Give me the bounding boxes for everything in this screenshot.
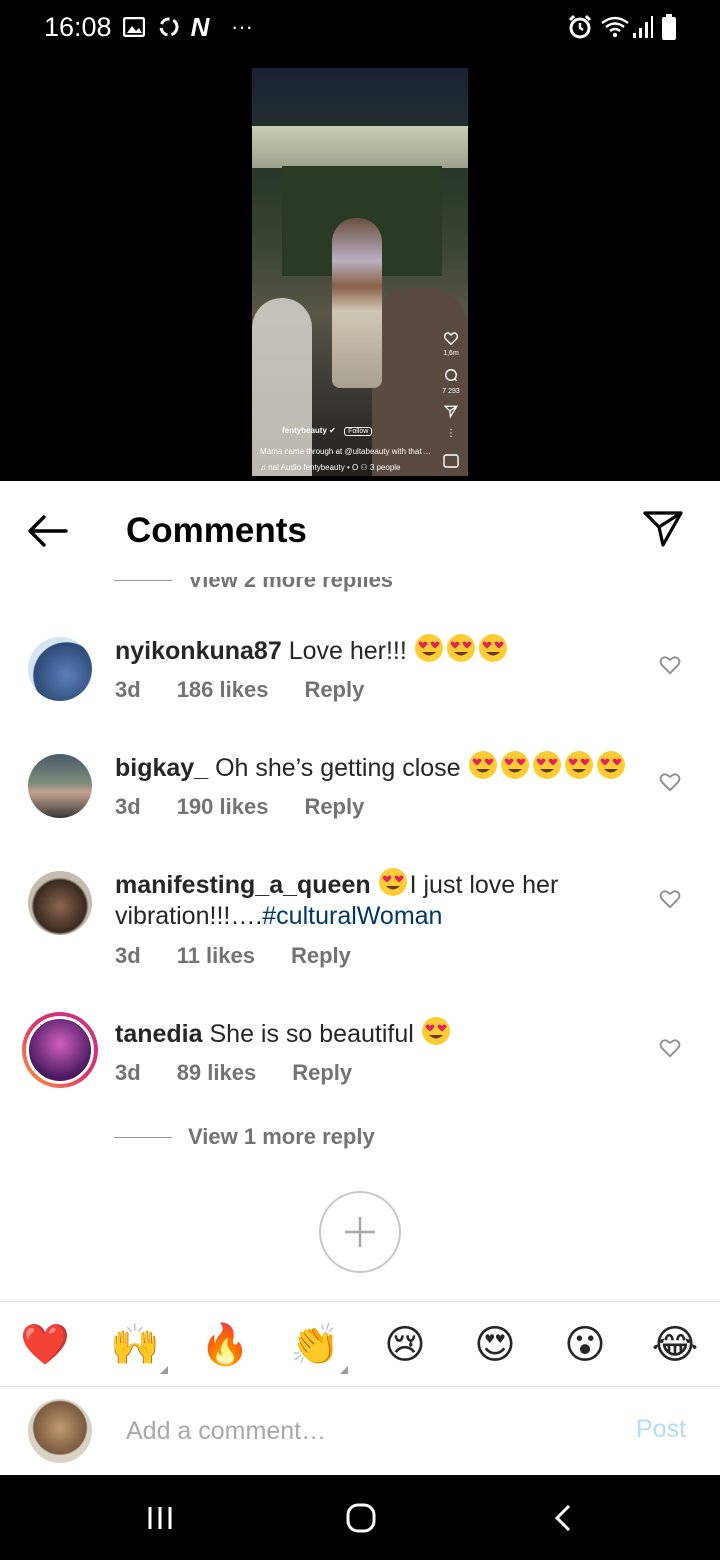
load-more-button[interactable] <box>319 1191 401 1273</box>
recents-icon <box>148 1507 172 1529</box>
verified-icon: ✔ <box>329 426 336 435</box>
reply-button[interactable]: Reply <box>304 677 364 703</box>
reaction-raised-hands[interactable]: 🙌 <box>110 1320 168 1374</box>
gallery-icon <box>122 14 146 40</box>
video-comment-count: 7 293 <box>442 388 460 395</box>
more-icon: ··· <box>231 14 253 39</box>
status-bar: 16:08 N ··· <box>0 0 720 56</box>
comment-username[interactable]: bigkay_ <box>115 754 208 782</box>
comment-meta: 3d 190 likes Reply <box>115 794 400 820</box>
alarm-icon <box>566 14 594 40</box>
reaction-laughing[interactable]: 😂 <box>650 1320 700 1370</box>
heart-eyes-emoji <box>378 868 410 899</box>
like-heart-icon[interactable] <box>659 655 683 677</box>
scroll-clip: View 2 more replies <box>0 577 720 599</box>
signal-icon <box>632 14 654 40</box>
reel-video[interactable]: 1,6m 7 293 ⋮ fentybeauty ✔ Follow Mama c… <box>252 68 468 476</box>
video-follow-button[interactable]: Follow <box>344 427 373 436</box>
hashtag-link[interactable]: #culturalWoman <box>262 902 442 930</box>
avatar[interactable] <box>28 637 92 701</box>
reaction-heart[interactable]: ❤️ <box>20 1320 70 1370</box>
sync-icon <box>156 14 182 40</box>
share-button[interactable] <box>642 509 686 553</box>
heart-eyes-emoji <box>414 634 510 665</box>
avatar-with-story-ring[interactable] <box>22 1012 98 1088</box>
video-audio-icon[interactable] <box>442 454 460 470</box>
back-button[interactable] <box>26 509 72 553</box>
like-heart-icon[interactable] <box>659 772 683 794</box>
comment-likes[interactable]: 89 likes <box>177 1060 257 1086</box>
comment-text: bigkay_ Oh she’s getting close <box>115 750 635 784</box>
comment-text: nyikonkuna87 Love her!!! <box>115 633 635 667</box>
reaction-fire[interactable]: 🔥 <box>200 1320 250 1370</box>
like-heart-icon[interactable] <box>659 889 683 911</box>
view-more-replies[interactable]: View 1 more reply <box>114 1124 375 1150</box>
reply-button[interactable]: Reply <box>292 1060 352 1086</box>
current-user-avatar <box>28 1399 92 1463</box>
reaction-crying[interactable]: 😢 <box>380 1320 430 1370</box>
netflix-icon: N <box>190 11 210 42</box>
comment-username[interactable]: tanedia <box>115 1020 203 1048</box>
reply-button[interactable]: Reply <box>291 943 351 969</box>
comment-meta: 3d 186 likes Reply <box>115 677 400 703</box>
system-nav-bar <box>0 1475 720 1560</box>
view-more-replies-top[interactable]: View 2 more replies <box>114 577 393 593</box>
comment-age: 3d <box>115 794 141 819</box>
comment-meta: 3d 89 likes Reply <box>115 1060 388 1086</box>
reply-button[interactable]: Reply <box>304 794 364 820</box>
video-more-icon[interactable]: ⋮ <box>442 428 460 439</box>
video-audio-label[interactable]: ♫ nal Audio fentybeauty • O ⚇ 3 people <box>260 463 401 472</box>
video-account-row: fentybeauty ✔ Follow <box>260 426 373 436</box>
comment-age: 3d <box>115 677 141 702</box>
send-icon <box>643 511 683 547</box>
reaction-surprised[interactable]: 😮 <box>560 1320 610 1370</box>
avatar[interactable] <box>28 871 92 935</box>
like-heart-icon[interactable] <box>659 1038 683 1060</box>
comment-age: 3d <box>115 1060 141 1085</box>
reaction-heart-eyes[interactable]: 😍 <box>470 1320 520 1370</box>
home-icon <box>346 1503 376 1533</box>
quick-reactions-bar: ❤️ 🙌 🔥 👏 😢 😍 😮 😂 <box>0 1301 720 1387</box>
avatar[interactable] <box>28 754 92 818</box>
heart-eyes-emoji <box>468 751 628 782</box>
status-time: 16:08 <box>44 12 112 42</box>
comment-meta: 3d 11 likes Reply <box>115 943 387 969</box>
heart-eyes-emoji <box>421 1017 453 1048</box>
comment-username[interactable]: manifesting_a_queen <box>115 871 371 899</box>
video-area: 1,6m 7 293 ⋮ fentybeauty ✔ Follow Mama c… <box>0 56 720 481</box>
video-share-icon[interactable] <box>442 405 460 420</box>
video-comment-icon[interactable] <box>442 368 460 384</box>
post-button[interactable]: Post <box>636 1415 686 1444</box>
back-arrow-icon <box>28 515 68 547</box>
comment-likes[interactable]: 186 likes <box>177 677 269 703</box>
wifi-icon <box>600 14 630 40</box>
comment-likes[interactable]: 11 likes <box>177 943 255 969</box>
plus-icon <box>345 1217 375 1247</box>
comment-composer: Post <box>0 1387 720 1475</box>
video-like-count: 1,6m <box>443 350 459 357</box>
comments-header: Comments <box>0 481 720 577</box>
back-chevron-icon <box>554 1504 571 1532</box>
recent-apps-button[interactable] <box>140 1503 180 1533</box>
comment-likes[interactable]: 190 likes <box>177 794 269 820</box>
battery-icon <box>660 14 678 40</box>
comment-age: 3d <box>115 943 141 968</box>
reaction-clap[interactable]: 👏 <box>290 1320 348 1374</box>
back-nav-button[interactable] <box>543 1503 583 1533</box>
video-like-icon[interactable] <box>442 332 460 347</box>
comment-username[interactable]: nyikonkuna87 <box>115 637 282 665</box>
page-title: Comments <box>126 511 307 550</box>
comments-sheet: Comments View 2 more replies nyikonkuna8… <box>0 481 720 1475</box>
comment-text: tanedia She is so beautiful <box>115 1016 635 1050</box>
comment-input[interactable] <box>126 1411 606 1451</box>
video-account-name[interactable]: fentybeauty <box>282 426 327 435</box>
comment-text: manifesting_a_queen I just love her vibr… <box>115 867 635 932</box>
home-button[interactable] <box>341 1503 381 1533</box>
video-caption[interactable]: Mama came through at @ultabeauty with th… <box>260 447 430 456</box>
